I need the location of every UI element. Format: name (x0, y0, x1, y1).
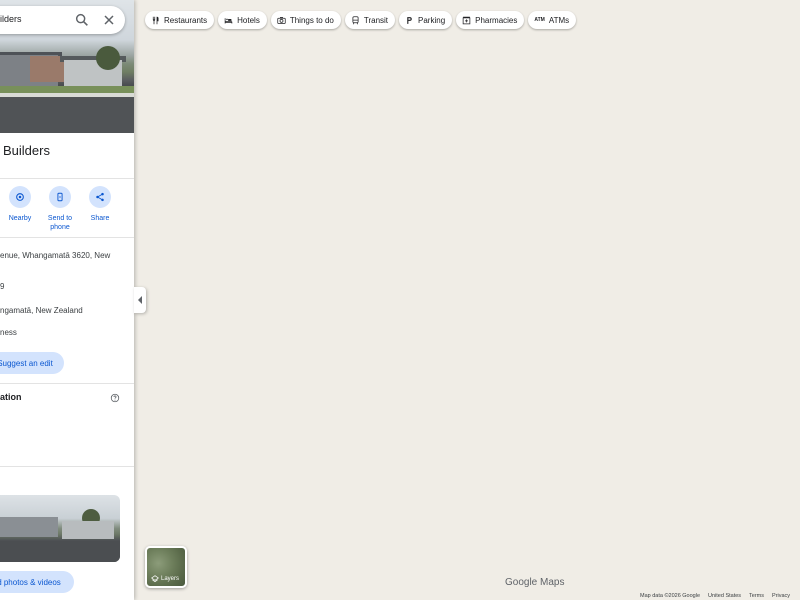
suggest-edit-button[interactable]: Suggest an edit (0, 352, 64, 374)
category-chip-pharmacies[interactable]: Pharmacies (456, 11, 525, 29)
nearby-button[interactable]: Nearby (0, 186, 40, 223)
collapse-panel-button[interactable] (134, 287, 146, 313)
map-data-attribution: Map data ©2026 Google (640, 593, 701, 599)
category-chips: Restaurants Hotels Things to do Transit … (145, 11, 577, 29)
divider (0, 178, 134, 179)
nearby-label: Nearby (8, 215, 32, 222)
nearby-icon (16, 193, 24, 201)
divider (0, 466, 134, 467)
layers-button[interactable]: Layers (145, 546, 187, 588)
place-photo-thumbnail[interactable] (0, 495, 120, 562)
phone-text[interactable]: 9 (0, 282, 4, 291)
privacy-link[interactable]: Privacy (772, 593, 790, 599)
category-chip-hotels[interactable]: Hotels (218, 11, 267, 29)
category-chip-parking[interactable]: Parking (399, 11, 453, 29)
share-button[interactable]: Share (80, 186, 120, 223)
place-title: Builders (3, 143, 50, 158)
category-chip-label: Pharmacies (475, 15, 518, 25)
category-chip-label: Parking (418, 15, 446, 25)
category-chip-things-to-do[interactable]: Things to do (270, 11, 341, 29)
layers-label: Layers (161, 576, 180, 582)
plus-code-text[interactable]: ngamatā, New Zealand (0, 306, 83, 315)
camera-icon (277, 16, 286, 24)
search-box[interactable]: ilders (0, 6, 125, 34)
send-to-phone-icon (57, 192, 63, 202)
send-to-phone-button[interactable]: Send to phone (40, 186, 80, 232)
search-icon[interactable] (74, 12, 90, 28)
share-icon (96, 192, 104, 202)
section-title: ation (0, 392, 22, 402)
category-chip-label: ATMs (548, 15, 570, 25)
chevron-left-icon (138, 296, 142, 304)
map-footer: Map data ©2026 Google United States Term… (640, 593, 790, 599)
add-photos-button[interactable]: d photos & videos (0, 571, 74, 593)
google-maps-logo: Google Maps (505, 577, 565, 588)
atm-icon: ATM (534, 17, 545, 23)
close-icon[interactable] (101, 12, 117, 28)
divider (0, 237, 134, 238)
pharmacy-icon (462, 16, 471, 24)
category-chip-label: Hotels (237, 15, 260, 25)
hotel-icon (224, 17, 233, 23)
category-chip-restaurants[interactable]: Restaurants (145, 11, 215, 29)
address-text[interactable]: enue, Whangamatā 3620, New (0, 251, 110, 260)
search-input[interactable]: ilders (0, 14, 22, 24)
send-to-phone-label: Send to phone (47, 215, 73, 231)
region-link[interactable]: United States (708, 593, 741, 599)
layers-icon (151, 575, 159, 583)
claim-business-text[interactable]: ness (0, 328, 17, 337)
restaurant-icon (152, 16, 159, 24)
place-panel: ilders Builders Nearby Send to phone Sha… (0, 0, 134, 600)
category-chip-label: Transit (363, 15, 389, 25)
parking-icon (407, 16, 412, 24)
category-chip-atms[interactable]: ATM ATMs (528, 11, 577, 29)
terms-link[interactable]: Terms (749, 593, 764, 599)
share-label: Share (90, 215, 110, 222)
divider (0, 383, 134, 384)
category-chip-label: Things to do (289, 15, 334, 25)
help-icon[interactable] (110, 393, 120, 403)
category-chip-transit[interactable]: Transit (344, 11, 396, 29)
transit-icon (352, 15, 359, 24)
category-chip-label: Restaurants (164, 15, 208, 25)
